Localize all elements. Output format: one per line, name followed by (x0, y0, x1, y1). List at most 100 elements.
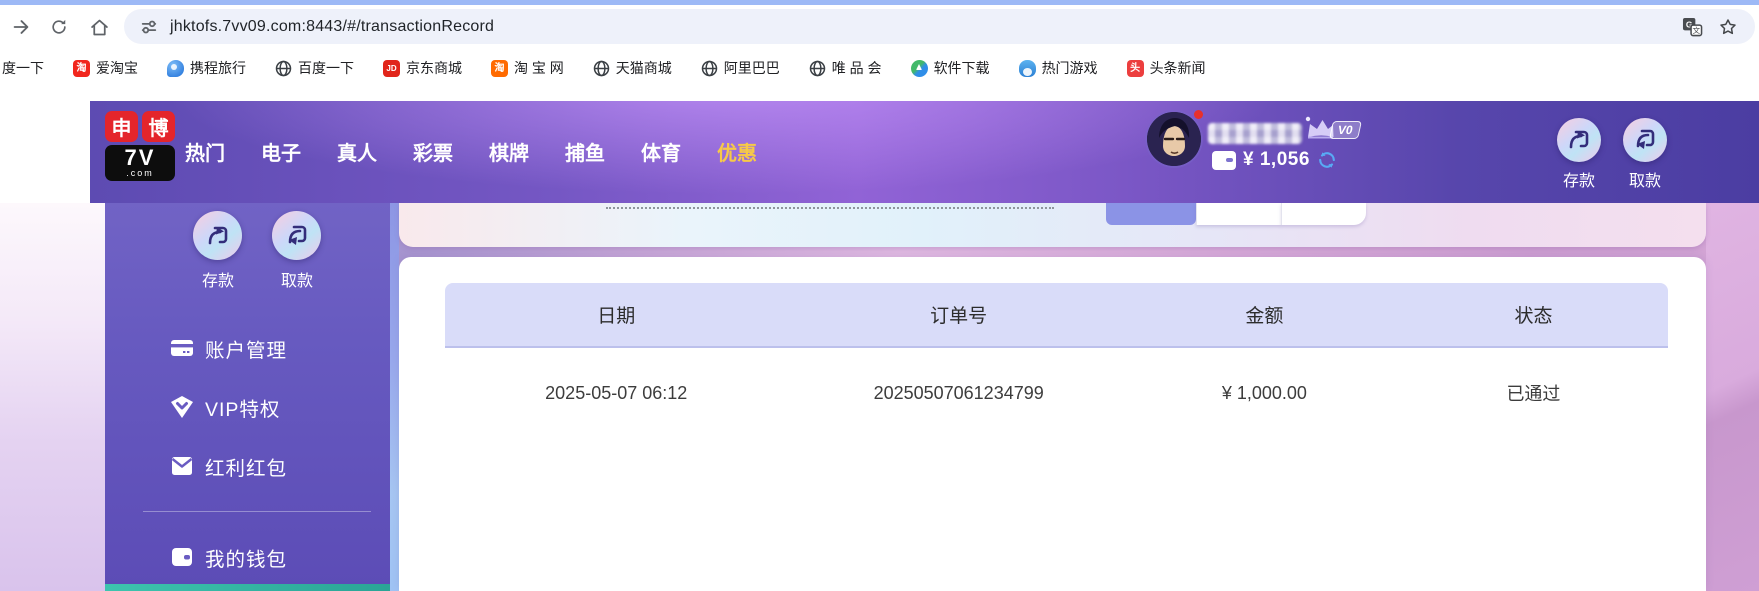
wallet-icon (169, 544, 195, 570)
notification-dot (1194, 110, 1203, 119)
bookmark-partial[interactable]: 度一下 (2, 58, 44, 78)
logo-badge-left: 申 (105, 111, 138, 142)
bookmark-toutiao[interactable]: 头 头条新闻 (1126, 58, 1206, 78)
taobao-red-icon: 淘 (73, 59, 90, 77)
bookmark-label: 软件下载 (933, 60, 990, 76)
refresh-balance-icon[interactable] (1317, 150, 1337, 170)
sidebar-deposit-label[interactable]: 存款 (188, 267, 248, 291)
sidebar-item-wallet[interactable]: 我的钱包 (105, 537, 390, 577)
vip-badge[interactable]: V0 (1302, 115, 1362, 141)
site-logo[interactable]: 申 博 7V .com (105, 111, 179, 181)
date-tab-group (1106, 203, 1366, 225)
column-header-date: 日期 (597, 306, 636, 327)
filter-panel-sliver (399, 203, 1706, 247)
url-bar[interactable]: jhktofs.7vv09.com:8443/#/transactionReco… (124, 9, 1755, 44)
avatar[interactable] (1147, 112, 1201, 166)
nav-item-slots[interactable]: 电子 (261, 137, 301, 166)
bookmark-tmall[interactable]: 天猫商城 (593, 58, 672, 78)
bank-card-icon (169, 335, 195, 361)
header-withdraw-button[interactable] (1623, 118, 1667, 162)
sidebar-item-label: VIP特权 (205, 398, 281, 421)
column-header-order: 订单号 (930, 306, 988, 327)
home-icon[interactable] (86, 14, 112, 40)
forward-icon[interactable] (8, 14, 34, 40)
sidebar-withdraw-button[interactable] (272, 211, 321, 260)
sidebar-item-bonus[interactable]: 红利红包 (105, 446, 390, 486)
username-blurred (1208, 123, 1302, 144)
vip-shield-icon (169, 394, 195, 420)
penguin-game-icon (1018, 59, 1036, 77)
bookmarks-bar: 度一下 淘 爱淘宝 携程旅行 百度一下 JD 京东商城 淘 淘 宝 网 天猫商城… (0, 48, 1759, 132)
dashed-divider (606, 207, 1054, 209)
sidebar: 存款 取款 账户管理 VIP特权 红利红包 我的钱包 (105, 203, 390, 591)
logo-badge-right: 博 (142, 111, 175, 142)
bookmark-label: 热门游戏 (1041, 60, 1098, 76)
nav-item-live[interactable]: 真人 (337, 137, 377, 166)
bookmark-vip[interactable]: 唯 品 会 (809, 58, 882, 78)
bookmark-label: 度一下 (2, 60, 44, 76)
date-tab[interactable] (1281, 203, 1366, 225)
nav-item-sports[interactable]: 体育 (641, 137, 681, 166)
site-header: 申 博 7V .com 热门 电子 真人 彩票 棋牌 捕鱼 体育 优惠 V0 ¥… (90, 101, 1759, 203)
globe-icon (593, 60, 610, 77)
ctrip-icon (167, 59, 184, 77)
bookmark-label: 唯 品 会 (831, 60, 882, 76)
translate-icon[interactable]: G 文 (1681, 16, 1703, 38)
balance-amount: ¥ 1,056 (1243, 149, 1310, 170)
vip-level-tag: V0 (1329, 121, 1362, 139)
bookmark-taobao[interactable]: 淘 淘 宝 网 (491, 58, 564, 78)
url-text[interactable]: jhktofs.7vv09.com:8443/#/transactionReco… (170, 9, 494, 44)
bookmark-label: 百度一下 (298, 60, 354, 76)
site-info-icon[interactable] (138, 16, 160, 38)
software-download-icon (910, 59, 928, 77)
red-packet-icon (169, 453, 195, 479)
logo-name: 7V (124, 145, 156, 170)
bookmark-games[interactable]: 热门游戏 (1018, 58, 1098, 78)
balance-row: ¥ 1,056 (1212, 149, 1337, 171)
sidebar-item-label: 红利红包 (205, 457, 288, 480)
svg-text:文: 文 (1692, 25, 1700, 35)
date-tab[interactable] (1196, 203, 1281, 225)
header-deposit-button[interactable] (1557, 118, 1601, 162)
nav-item-promo[interactable]: 优惠 (717, 137, 757, 166)
bookmark-label: 淘 宝 网 (514, 60, 564, 76)
bookmarks-row: 度一下 淘 爱淘宝 携程旅行 百度一下 JD 京东商城 淘 淘 宝 网 天猫商城… (2, 48, 1206, 88)
bookmark-star-icon[interactable] (1717, 16, 1739, 38)
header-withdraw-label[interactable]: 取款 (1623, 167, 1667, 191)
bookmark-label: 京东商城 (406, 60, 462, 76)
row-amount: ¥ 1,000.00 (1221, 382, 1307, 403)
table-row: 2025-05-07 06:12 20250507061234799 ¥ 1,0… (445, 373, 1668, 413)
bookmark-jd[interactable]: JD 京东商城 (383, 58, 462, 78)
nav-item-fishing[interactable]: 捕鱼 (565, 137, 605, 166)
sidebar-item-account[interactable]: 账户管理 (105, 328, 390, 368)
bookmark-baidu[interactable]: 百度一下 (275, 58, 354, 78)
date-tab-active[interactable] (1106, 203, 1196, 225)
bookmark-label: 携程旅行 (190, 60, 246, 76)
nav-item-hot[interactable]: 热门 (185, 137, 225, 166)
sidebar-deposit-button[interactable] (193, 211, 242, 260)
bookmark-label: 阿里巴巴 (723, 60, 780, 76)
wallet-icon (1212, 150, 1236, 170)
sidebar-edge-strip (390, 203, 399, 591)
bookmark-alibaba[interactable]: 阿里巴巴 (701, 58, 780, 78)
bookmark-software[interactable]: 软件下载 (910, 58, 990, 78)
globe-icon (275, 60, 292, 77)
globe-icon (809, 60, 826, 77)
bookmark-ctrip[interactable]: 携程旅行 (167, 58, 246, 78)
sidebar-withdraw-label[interactable]: 取款 (267, 267, 327, 291)
bookmark-aitaobao[interactable]: 淘 爱淘宝 (73, 58, 138, 78)
sidebar-item-vip[interactable]: VIP特权 (105, 387, 390, 427)
globe-icon (701, 60, 718, 77)
column-header-status: 状态 (1514, 306, 1553, 327)
nav-item-cards[interactable]: 棋牌 (489, 137, 529, 166)
bookmark-label: 头条新闻 (1149, 60, 1206, 76)
page-left-margin (0, 88, 90, 203)
sidebar-divider (143, 511, 371, 512)
sidebar-item-label: 账户管理 (205, 339, 288, 362)
nav-item-lottery[interactable]: 彩票 (413, 137, 453, 166)
header-deposit-label[interactable]: 存款 (1557, 167, 1601, 191)
browser-toolbar: jhktofs.7vv09.com:8443/#/transactionReco… (0, 5, 1759, 48)
row-status: 已通过 (1506, 384, 1561, 404)
refresh-icon[interactable] (46, 14, 72, 40)
main-nav: 热门 电子 真人 彩票 棋牌 捕鱼 体育 优惠 (185, 137, 757, 166)
